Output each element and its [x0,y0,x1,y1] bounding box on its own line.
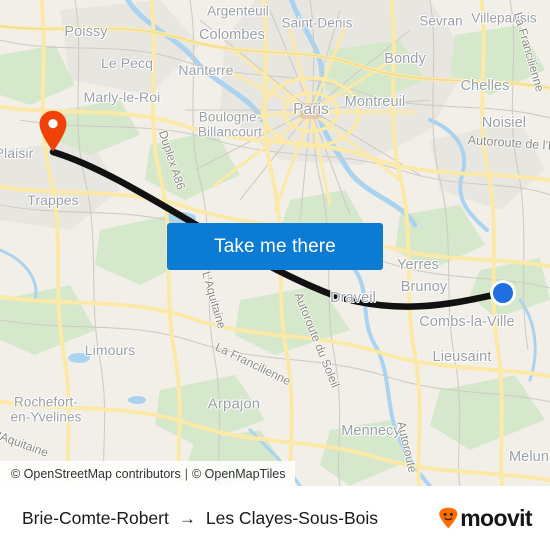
attribution-maptiles[interactable]: © OpenMapTiles [192,467,286,481]
take-me-there-button[interactable]: Take me there [167,223,383,270]
route-destination-label: Les Clayes-Sous-Bois [205,507,379,528]
moovit-pin-icon [439,507,458,529]
take-me-there-label: Take me there [214,235,336,257]
destination-dot-marker[interactable] [490,280,516,306]
map-attribution: © OpenStreetMap contributors | © OpenMap… [0,461,296,486]
footer-bar: Brie-Comte-Robert → Les Clayes-Sous-Bois… [0,486,550,550]
arrow-right-icon: → [178,508,196,528]
attribution-osm[interactable]: © OpenStreetMap contributors [11,467,181,481]
moovit-route-map-card: Argenteuil Saint-Denis Sevran Villeparisis P… [0,0,550,550]
moovit-wordmark: moovit [460,504,532,531]
origin-pin-marker[interactable] [38,110,68,152]
moovit-logo[interactable]: moovit [438,504,533,531]
map-viewport[interactable]: Argenteuil Saint-Denis Sevran Villeparisis P… [0,0,550,486]
route-origin-label: Brie-Comte-Robert [22,507,169,528]
route-summary: Brie-Comte-Robert → Les Clayes-Sous-Bois [22,508,378,529]
attribution-separator: | [184,466,188,481]
